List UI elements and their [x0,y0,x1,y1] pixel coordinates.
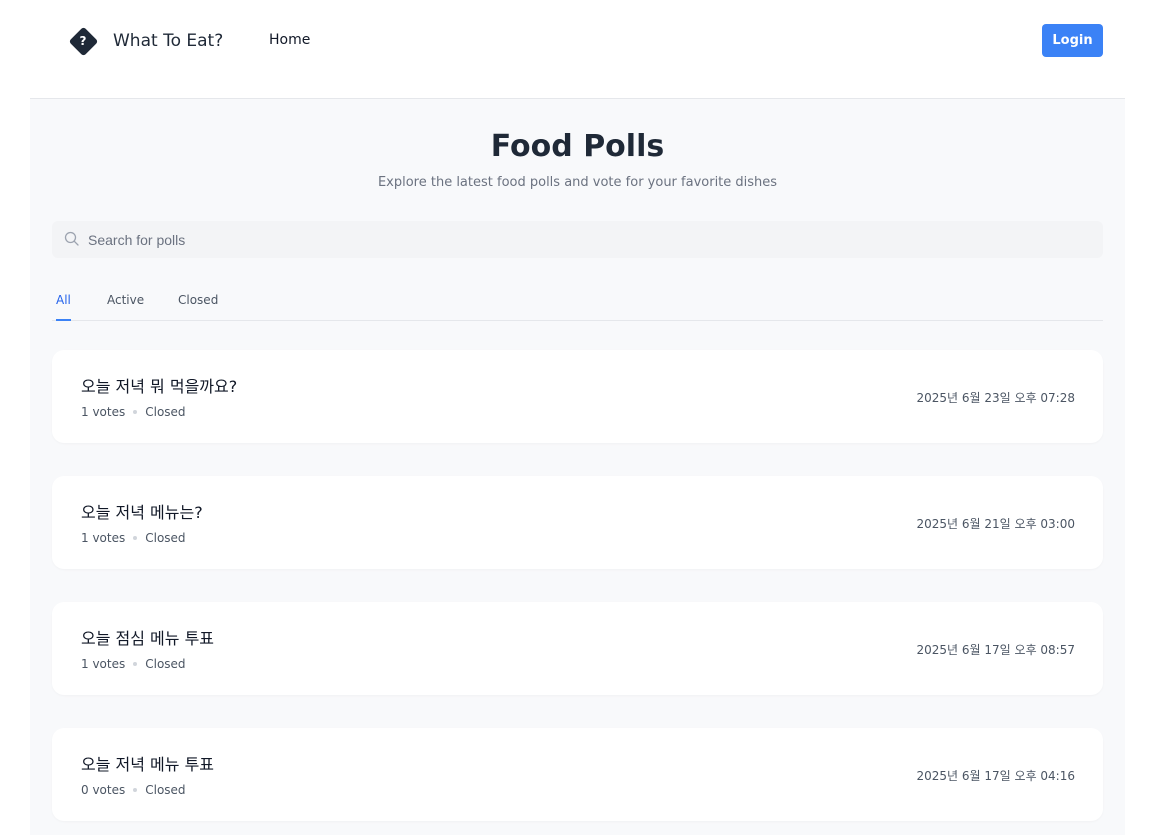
poll-title: 오늘 저녁 뭐 먹을까요? [81,377,238,396]
poll-date: 2025년 6월 21일 오후 03:00 [916,517,1075,531]
poll-meta: 0 votes Closed [81,783,186,797]
poll-card[interactable]: 오늘 저녁 메뉴 투표 0 votes Closed 2025년 6월 17일 … [52,728,1103,821]
poll-meta: 1 votes Closed [81,657,186,671]
tab-active[interactable]: Active [107,293,144,319]
poll-title: 오늘 저녁 메뉴 투표 [81,755,215,774]
poll-date: 2025년 6월 17일 오후 08:57 [916,643,1075,657]
poll-status: Closed [145,783,186,797]
poll-votes: 1 votes [81,405,126,419]
search-box [52,221,1103,258]
poll-votes: 1 votes [81,531,126,545]
poll-card[interactable]: 오늘 저녁 뭐 먹을까요? 1 votes Closed 2025년 6월 23… [52,350,1103,443]
nav-home-link[interactable]: Home [269,32,310,48]
poll-card[interactable]: 오늘 저녁 메뉴는? 1 votes Closed 2025년 6월 21일 오… [52,476,1103,569]
poll-card[interactable]: 오늘 점심 메뉴 투표 1 votes Closed 2025년 6월 17일 … [52,602,1103,695]
poll-votes: 1 votes [81,657,126,671]
poll-date: 2025년 6월 23일 오후 07:28 [916,391,1075,405]
poll-status: Closed [145,531,186,545]
poll-meta: 1 votes Closed [81,531,186,545]
filter-tabs: All Active Closed [52,289,1103,321]
login-button[interactable]: Login [1042,24,1103,57]
main-content: Food Polls Explore the latest food polls… [30,99,1125,835]
separator-dot [133,410,138,414]
tab-closed[interactable]: Closed [178,293,218,319]
tab-all[interactable]: All [56,293,71,321]
separator-dot [133,662,138,666]
search-input[interactable] [88,221,1088,258]
poll-status: Closed [145,657,186,671]
poll-date: 2025년 6월 17일 오후 04:16 [916,769,1075,783]
separator-dot [133,788,138,792]
poll-votes: 0 votes [81,783,126,797]
logo-icon: ? [68,26,98,56]
poll-title: 오늘 점심 메뉴 투표 [81,629,215,648]
poll-title: 오늘 저녁 메뉴는? [81,503,203,522]
navbar: ? What To Eat? Home Login [0,0,1151,98]
page-title: Food Polls [490,129,665,164]
poll-status: Closed [145,405,186,419]
poll-meta: 1 votes Closed [81,405,186,419]
brand-name: What To Eat? [113,31,224,51]
brand-link[interactable]: ? What To Eat? [68,26,223,56]
separator-dot [133,536,138,540]
page-subtitle: Explore the latest food polls and vote f… [377,175,778,190]
search-icon [64,231,79,246]
